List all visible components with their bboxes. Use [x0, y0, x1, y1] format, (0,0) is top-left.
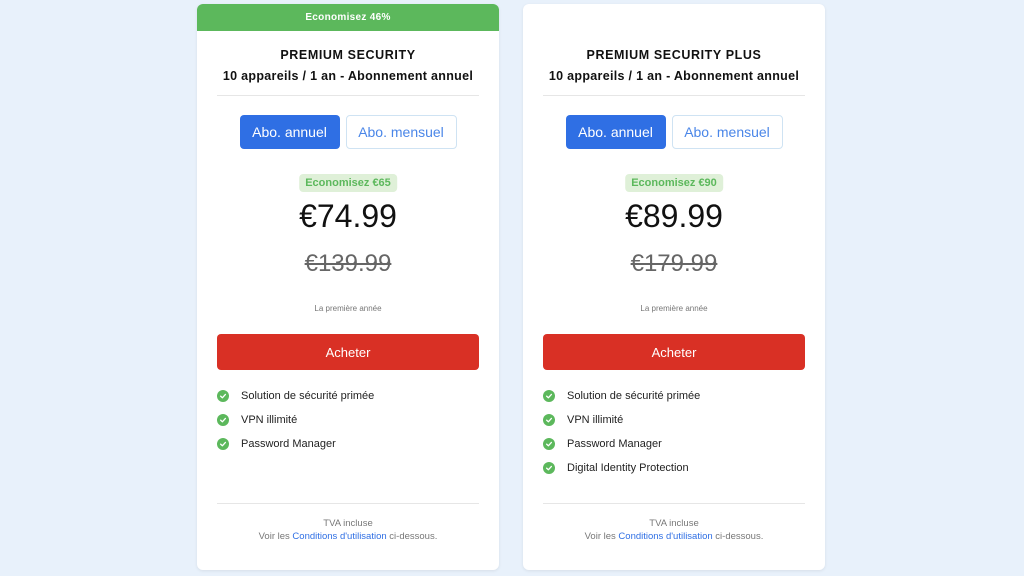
check-circle-icon: [543, 390, 555, 402]
feature-item: VPN illimité: [217, 408, 374, 432]
savings-badge: Economisez €90: [625, 174, 723, 192]
plan-title: PREMIUM SECURITY PLUS: [586, 48, 762, 62]
terms-prefix: Voir les: [258, 531, 290, 542]
check-circle-icon: [217, 438, 229, 450]
terms-link[interactable]: Conditions d'utilisation: [618, 531, 712, 542]
feature-label: VPN illimité: [241, 414, 298, 426]
old-price: €139.99: [304, 250, 392, 277]
plan-subtitle: 10 appareils / 1 an - Abonnement annuel: [548, 69, 800, 83]
tab-monthly[interactable]: Abo. mensuel: [671, 115, 783, 149]
terms-prefix: Voir les: [584, 531, 616, 542]
tax-note: TVA incluse: [649, 518, 699, 529]
price-period: La première année: [640, 304, 708, 313]
check-circle-icon: [217, 390, 229, 402]
feature-item: Solution de sécurité primée: [543, 384, 700, 408]
tab-annual[interactable]: Abo. annuel: [239, 115, 340, 149]
billing-tabs: Abo. annuel Abo. mensuel: [197, 115, 499, 149]
check-circle-icon: [543, 462, 555, 474]
divider: [543, 95, 805, 96]
feature-label: Solution de sécurité primée: [567, 390, 701, 402]
check-circle-icon: [543, 438, 555, 450]
plan-card-premium-security-plus: PREMIUM SECURITY PLUS 10 appareils / 1 a…: [523, 4, 825, 570]
old-price: €179.99: [630, 250, 718, 277]
feature-item: Solution de sécurité primée: [217, 384, 374, 408]
tax-note: TVA incluse: [323, 518, 373, 529]
divider: [543, 503, 805, 504]
feature-item: Digital Identity Protection: [543, 456, 700, 480]
terms-suffix: ci-dessous.: [715, 531, 764, 542]
feature-label: Solution de sécurité primée: [241, 390, 375, 402]
feature-list: Solution de sécurité primée VPN illimité…: [543, 384, 700, 480]
divider: [217, 95, 479, 96]
terms-suffix: ci-dessous.: [389, 531, 438, 542]
feature-item: Password Manager: [543, 432, 700, 456]
feature-label: Digital Identity Protection: [567, 462, 689, 474]
feature-label: Password Manager: [241, 438, 336, 450]
check-circle-icon: [543, 414, 555, 426]
plan-subtitle: 10 appareils / 1 an - Abonnement annuel: [222, 69, 474, 83]
feature-label: VPN illimité: [567, 414, 624, 426]
plan-title: PREMIUM SECURITY: [280, 48, 416, 62]
savings-ribbon: Economisez 46%: [197, 4, 499, 31]
billing-tabs: Abo. annuel Abo. mensuel: [523, 115, 825, 149]
terms-note: Voir les Conditions d'utilisation ci-des…: [523, 530, 825, 543]
savings-badge: Economisez €65: [299, 174, 397, 192]
feature-item: Password Manager: [217, 432, 374, 456]
buy-button[interactable]: Acheter: [217, 334, 479, 370]
feature-item: VPN illimité: [543, 408, 700, 432]
plan-card-premium-security: Economisez 46% PREMIUM SECURITY 10 appar…: [197, 4, 499, 570]
price: €89.99: [625, 198, 723, 234]
terms-note: Voir les Conditions d'utilisation ci-des…: [197, 530, 499, 543]
price: €74.99: [299, 198, 397, 234]
price-period: La première année: [314, 304, 382, 313]
check-circle-icon: [217, 414, 229, 426]
buy-button[interactable]: Acheter: [543, 334, 805, 370]
plan-footer: TVA incluse Voir les Conditions d'utilis…: [197, 517, 499, 543]
tab-monthly[interactable]: Abo. mensuel: [345, 115, 457, 149]
terms-link[interactable]: Conditions d'utilisation: [292, 531, 386, 542]
divider: [217, 503, 479, 504]
tab-annual[interactable]: Abo. annuel: [565, 115, 666, 149]
feature-label: Password Manager: [567, 438, 662, 450]
plan-footer: TVA incluse Voir les Conditions d'utilis…: [523, 517, 825, 543]
feature-list: Solution de sécurité primée VPN illimité…: [217, 384, 374, 456]
